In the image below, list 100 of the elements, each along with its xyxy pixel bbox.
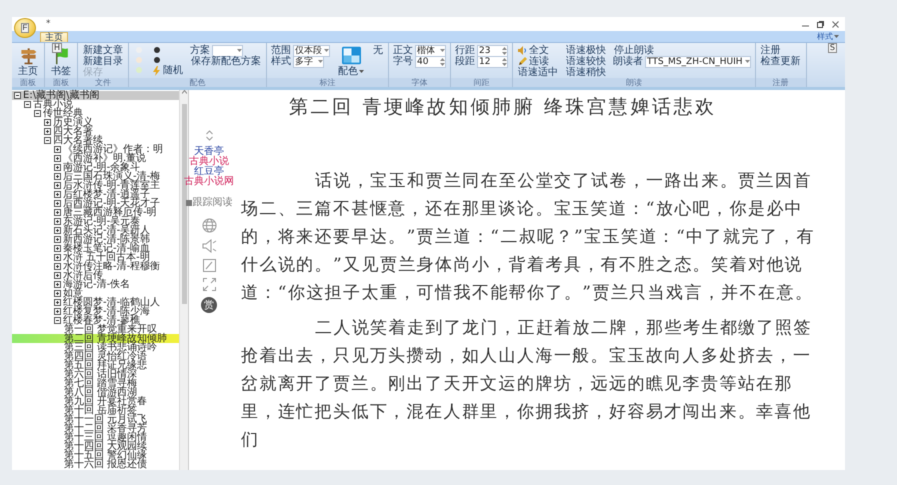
speaker-icon[interactable] <box>202 239 216 253</box>
dropdown-field[interactable]: 楷体 <box>415 44 446 56</box>
tree-item[interactable]: 第二回 青埂峰故知倾肺 <box>12 334 179 343</box>
ribbon-button[interactable]: 停止朗读 <box>613 45 751 56</box>
expand-icon[interactable] <box>54 164 61 171</box>
expand-icon[interactable] <box>44 137 51 144</box>
tree-item[interactable]: 第十回 岳庙祈签 <box>12 406 179 415</box>
caret-icon[interactable] <box>324 48 329 52</box>
tree-item[interactable]: 传世经典 <box>43 109 83 118</box>
expand-icon[interactable] <box>54 317 61 324</box>
tree-item[interactable]: 《续西游记》作者：明 <box>63 145 163 154</box>
ribbon-button[interactable]: 主页 <box>16 46 40 77</box>
ribbon-button[interactable]: 新建目录 <box>82 56 124 67</box>
tree-item[interactable]: 第十六回 报恩还债 <box>12 460 179 469</box>
expand-icon[interactable] <box>54 299 61 306</box>
dropdown-field[interactable]: TTS_MS_ZH-CN_HUIH <box>645 56 751 68</box>
spinner-arrows-icon[interactable] <box>440 58 445 66</box>
tree-item[interactable]: 第一回 梦觉重来开叹 <box>12 325 179 334</box>
dropdown-field[interactable]: 仅本段 <box>293 44 330 56</box>
spin-field[interactable]: 40 <box>415 56 446 68</box>
ribbon-button[interactable]: 语速稍快 <box>565 67 607 78</box>
expand-icon[interactable] <box>54 191 61 198</box>
spin-field[interactable]: 12 <box>477 56 508 68</box>
tree-item[interactable]: 秦楼玉笔记-清-喻血 <box>63 244 150 253</box>
ribbon-button[interactable]: 语速较快 <box>565 56 607 67</box>
style-menu[interactable]: 样式 <box>815 32 841 42</box>
tree-item[interactable]: 第十二回 采香寻芳 <box>12 424 179 433</box>
ribbon-button[interactable]: 新建文章 <box>82 45 124 56</box>
tree-item[interactable]: 第十一回 元月试飞 <box>12 415 179 424</box>
ribbon-button[interactable]: 注册 <box>760 45 802 56</box>
expand-icon[interactable] <box>54 308 61 315</box>
expand-icon[interactable] <box>54 272 61 279</box>
color-dot[interactable] <box>136 67 142 73</box>
expand-icon[interactable] <box>54 254 61 261</box>
expand-icon[interactable] <box>54 218 61 225</box>
close-icon[interactable] <box>832 20 839 28</box>
expand-icon[interactable] <box>54 227 61 234</box>
fullscreen-icon[interactable] <box>202 278 216 291</box>
caret-icon[interactable] <box>237 48 242 52</box>
expand-icon[interactable] <box>54 263 61 270</box>
ribbon-button[interactable]: 全文 <box>517 45 559 56</box>
tree-item[interactable]: 红楼复梦-清-陈少海 <box>63 307 150 316</box>
expand-icon[interactable] <box>54 245 61 252</box>
tree-item[interactable]: 第三回 读书悲诵诗吟 <box>12 343 179 352</box>
tree-item[interactable]: 如意 <box>63 289 83 298</box>
ribbon-button[interactable]: 保存新配色方案 <box>190 56 262 67</box>
ribbon-button[interactable]: 语速极快 <box>565 45 607 56</box>
spinner-arrows-icon[interactable] <box>502 46 507 54</box>
caret-icon[interactable] <box>744 60 750 64</box>
tree-item[interactable]: 东游记-明-吴元泰 <box>63 217 140 226</box>
ribbon-button[interactable]: 无 <box>372 45 384 56</box>
restore-icon[interactable] <box>817 20 824 28</box>
tree-item[interactable]: 水浒 五十回古本-明 <box>63 253 150 262</box>
tree-item[interactable]: 南游记-明-余象斗 <box>63 163 140 172</box>
tree-item[interactable]: 第四回 灵怡红冷语 <box>12 352 179 361</box>
tree-item[interactable]: 海游记-清-佚名 <box>63 280 130 289</box>
up-down-icon[interactable] <box>206 130 212 141</box>
expand-icon[interactable] <box>44 119 51 126</box>
ribbon-button[interactable]: 检查更新 <box>760 56 802 67</box>
ribbon-tab[interactable]: 主页 <box>40 32 68 42</box>
ribbon-button[interactable]: 语速适中 <box>517 67 559 78</box>
tree-item[interactable]: 第十三回 逗趣闲情 <box>12 433 179 442</box>
tree-item[interactable]: 《西游补》明.董说 <box>63 154 146 163</box>
dropdown-field[interactable] <box>212 44 243 56</box>
ribbon-button[interactable]: 连读 <box>517 56 559 67</box>
tree-item[interactable]: 水浒后传 <box>63 271 103 280</box>
expand-icon[interactable] <box>54 182 61 189</box>
caret-icon[interactable] <box>318 60 323 64</box>
expand-icon[interactable] <box>54 146 61 153</box>
expand-icon[interactable] <box>24 101 31 108</box>
tree-item[interactable]: 第七回 踏雪寻梅 <box>12 379 179 388</box>
expand-icon[interactable] <box>54 290 61 297</box>
tree-item[interactable]: 唐三藏西游释厄传-明 <box>63 208 157 217</box>
tree-item[interactable]: 第十五回 警幻仙缘 <box>12 451 179 460</box>
tree-item[interactable]: 红楼春梦-清-蓼樵 <box>63 316 140 325</box>
spin-field[interactable]: 23 <box>477 44 508 56</box>
expand-icon[interactable] <box>54 209 61 216</box>
tree-item[interactable]: 新西游记-清-陈景韩 <box>63 235 150 244</box>
expand-icon[interactable] <box>44 128 51 135</box>
tree-item[interactable]: 第六回 话旧情深 <box>12 370 179 379</box>
tree-item[interactable]: 第八回 偕游西湖 <box>12 388 179 397</box>
tree-item[interactable]: 古典小说 <box>33 100 73 109</box>
tree-item[interactable]: 第九回 开宴社赏春 <box>12 397 179 406</box>
dropdown-field[interactable]: 多字 <box>293 56 324 68</box>
tree-item[interactable]: 后三国石珠演义-清-梅 <box>63 172 160 181</box>
globe-icon[interactable] <box>202 218 216 233</box>
color-dot[interactable] <box>136 57 142 63</box>
expand-icon[interactable] <box>54 200 61 207</box>
spinner-arrows-icon[interactable] <box>502 58 507 66</box>
color-dot[interactable] <box>154 47 160 53</box>
tree-item[interactable]: 新石头记-清-吴趼人 <box>63 226 150 235</box>
tree-item[interactable]: 第五回 拜证兄缘悲 <box>12 361 179 370</box>
expand-icon[interactable] <box>34 110 41 117</box>
tree-item[interactable]: 后西游记-明-天花才子 <box>63 199 160 208</box>
caret-icon[interactable] <box>440 48 445 52</box>
color-button[interactable]: 配色 <box>336 46 366 77</box>
color-dot[interactable] <box>154 57 160 63</box>
tree-item[interactable]: 水浒传注略-清-程穆衡 <box>63 262 160 271</box>
expand-icon[interactable] <box>54 173 61 180</box>
ribbon-button[interactable]: 随机 <box>151 65 184 76</box>
